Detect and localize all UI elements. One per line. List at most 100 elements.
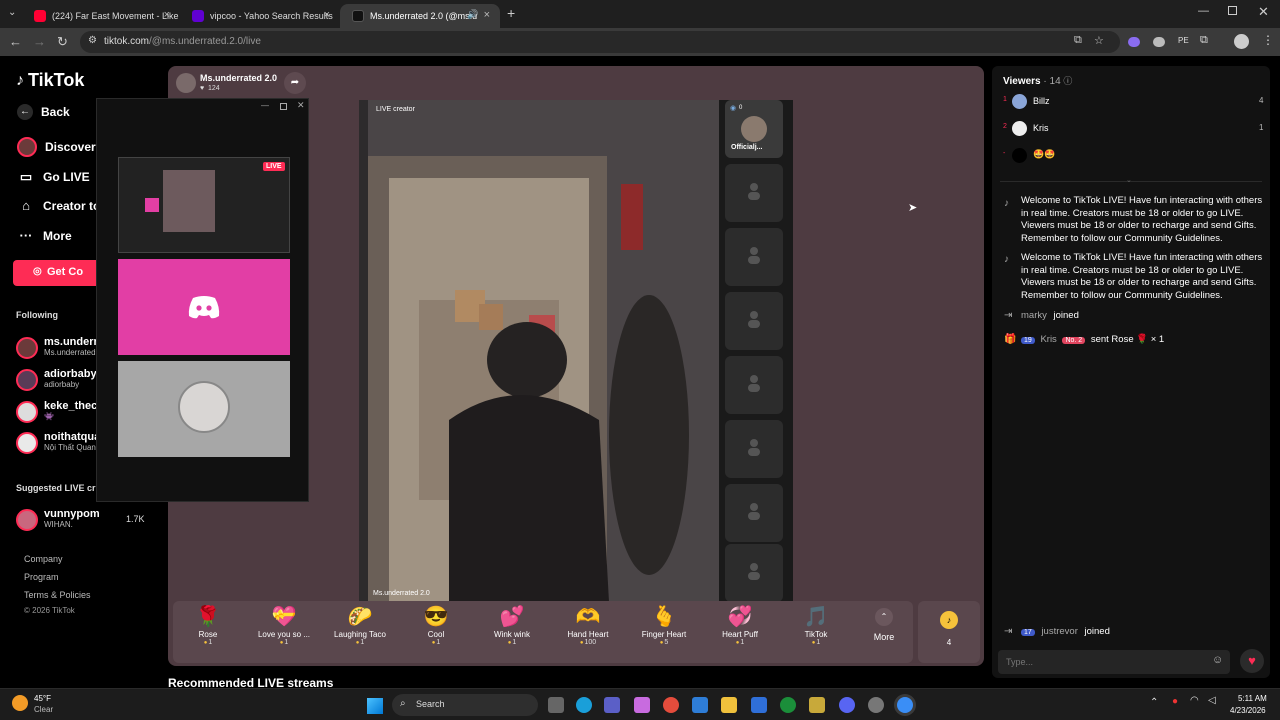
sidebar-item-go-live[interactable]: ▭ Go LIVE (17, 169, 90, 185)
restore-button[interactable] (1228, 6, 1237, 15)
extension-icon[interactable] (1153, 37, 1165, 47)
viewer-row[interactable]: 2 Kris 1 (1001, 121, 1265, 137)
participant-tile[interactable] (118, 361, 290, 457)
footer-link-program[interactable]: Program (24, 572, 59, 582)
app-icon[interactable] (868, 697, 884, 713)
task-view-icon[interactable] (548, 697, 564, 713)
gift-cool[interactable]: 😎 Cool 1 (401, 604, 471, 646)
chat-input-field[interactable] (1006, 655, 1196, 669)
extension-icon[interactable] (1128, 37, 1140, 47)
viewers-header[interactable]: Viewers · 14 ⓘ (1003, 74, 1072, 87)
back-button[interactable]: ← Back (17, 104, 70, 120)
chat-text: joined (1053, 310, 1079, 321)
sidebar-item-creator-tools[interactable]: ⌂ Creator toc (17, 198, 107, 213)
empty-guest-slot[interactable] (725, 420, 783, 478)
address-bar[interactable]: ⚙ tiktok.com/@ms.underrated.2.0/live ⧉ ☆ (80, 31, 1120, 53)
empty-guest-slot[interactable] (725, 292, 783, 350)
tab-youtube[interactable]: (224) Far East Movement - Like × (22, 4, 180, 28)
clock-date[interactable]: 4/23/2026 (1230, 706, 1266, 715)
file-explorer-icon[interactable] (721, 697, 737, 713)
chevron-up-icon[interactable]: ⌃ (1150, 697, 1158, 708)
discord-tile[interactable] (118, 259, 290, 355)
info-icon[interactable]: ⓘ (1063, 76, 1072, 86)
minimize-button[interactable]: — (1198, 5, 1209, 17)
chrome-icon[interactable] (897, 697, 913, 713)
minimize-button[interactable]: — (261, 101, 269, 110)
menu-icon[interactable]: ⋮ (1262, 33, 1274, 47)
windows-start-icon[interactable] (367, 698, 383, 714)
footer-link-terms[interactable]: Terms & Policies (24, 590, 91, 600)
share-button[interactable]: ➦ (284, 72, 306, 94)
weather-temp[interactable]: 45°F (34, 694, 51, 703)
wifi-icon[interactable]: ◠ (1190, 695, 1199, 706)
new-tab-button[interactable]: + (507, 5, 515, 21)
live-video[interactable]: LIVE creator Ms.underrated 2.0 (359, 100, 719, 602)
gift-rose[interactable]: 🌹 Rose 1 (173, 604, 243, 646)
edge-icon[interactable] (576, 697, 592, 713)
gift-wink-wink[interactable]: 💕 Wink wink 1 (477, 604, 547, 646)
close-window-button[interactable]: ✕ (1258, 4, 1269, 20)
chat-username[interactable]: marky (1021, 310, 1047, 321)
app-icon[interactable] (809, 697, 825, 713)
close-icon[interactable]: × (164, 9, 170, 21)
c-app-icon[interactable] (751, 697, 767, 713)
speaker-icon[interactable]: ◁ (1208, 695, 1216, 706)
reload-icon[interactable]: ↻ (57, 34, 68, 50)
close-icon[interactable]: × (324, 9, 330, 21)
avatar[interactable] (1234, 34, 1249, 49)
microphone-icon[interactable]: ● (1172, 696, 1178, 707)
speaker-icon[interactable]: 🔊 (467, 9, 478, 20)
chrome-icon[interactable] (663, 697, 679, 713)
teams-icon[interactable] (604, 697, 620, 713)
chat-username[interactable]: Kris (1040, 334, 1056, 345)
emoji-icon[interactable]: ☺ (1212, 654, 1223, 666)
empty-guest-slot[interactable] (725, 356, 783, 414)
discord-icon[interactable] (839, 697, 855, 713)
tab-yahoo[interactable]: vipcoo - Yahoo Search Results × (180, 4, 340, 28)
gift-hand-heart[interactable]: 🫶 Hand Heart 100 (553, 604, 623, 646)
sidebar-item-more[interactable]: ··· More (17, 228, 72, 243)
gift-laughing-taco[interactable]: 🌮 Laughing Taco 1 (325, 604, 395, 646)
tiktok-logo[interactable]: ♪ TikTok (16, 70, 84, 91)
forward-arrow-icon[interactable]: → (33, 34, 46, 49)
empty-guest-slot[interactable] (725, 228, 783, 286)
gift-love-you-so[interactable]: 💝 Love you so ... 1 (249, 604, 319, 646)
copilot-icon[interactable] (634, 697, 650, 713)
extension-icon[interactable]: PE (1178, 36, 1189, 45)
close-icon[interactable]: ✕ (297, 100, 305, 111)
screen-preview[interactable]: LIVE (118, 157, 290, 253)
gift-more-button[interactable]: ⌃ More (862, 608, 906, 642)
gift-heart-puff[interactable]: 💞 Heart Puff 1 (705, 604, 775, 646)
back-arrow-icon[interactable]: ← (9, 34, 22, 49)
maximize-button[interactable] (280, 103, 287, 110)
close-icon[interactable]: × (484, 9, 490, 21)
open-in-icon[interactable]: ⧉ (1074, 34, 1082, 47)
gift-finger-heart[interactable]: 🫰 Finger Heart 5 (629, 604, 699, 646)
star-icon[interactable]: ☆ (1094, 34, 1104, 47)
xbox-icon[interactable] (780, 697, 796, 713)
viewer-row[interactable]: - 🤩🤩 (1001, 148, 1265, 164)
empty-guest-slot[interactable] (725, 544, 783, 602)
guest-slot[interactable]: ◉ 0 Officialj... (725, 100, 783, 158)
footer-link-company[interactable]: Company (24, 554, 63, 564)
clock-time[interactable]: 5:11 AM (1238, 694, 1267, 703)
viewer-row[interactable]: 1 Billz 4 (1001, 94, 1265, 110)
empty-guest-slot[interactable] (725, 164, 783, 222)
site-info-icon[interactable]: ⚙ (88, 35, 97, 46)
store-icon[interactable] (692, 697, 708, 713)
preview-content (163, 170, 215, 232)
chat-input[interactable]: ☺ (998, 650, 1230, 674)
gift-tiktok[interactable]: 🎵 TikTok 1 (781, 604, 851, 646)
discord-icon (188, 296, 220, 319)
coins-button[interactable]: ♪ 4 (918, 601, 980, 663)
empty-guest-slot[interactable] (725, 484, 783, 542)
avatar (16, 337, 38, 359)
tab-search-icon[interactable]: ⌄ (8, 7, 16, 18)
like-button[interactable]: ♥ (1240, 649, 1264, 673)
chevron-down-icon[interactable]: ⌄ (1126, 176, 1132, 184)
tab-tiktok[interactable]: Ms.underrated 2.0 (@ms.u 🔊 × (340, 4, 500, 28)
taskbar-search[interactable]: ⌕ Search (392, 694, 538, 716)
puzzle-icon[interactable]: ⧉ (1200, 34, 1208, 47)
floating-window[interactable]: — ✕ LIVE (96, 98, 309, 502)
chat-username[interactable]: justrevor (1041, 626, 1077, 637)
